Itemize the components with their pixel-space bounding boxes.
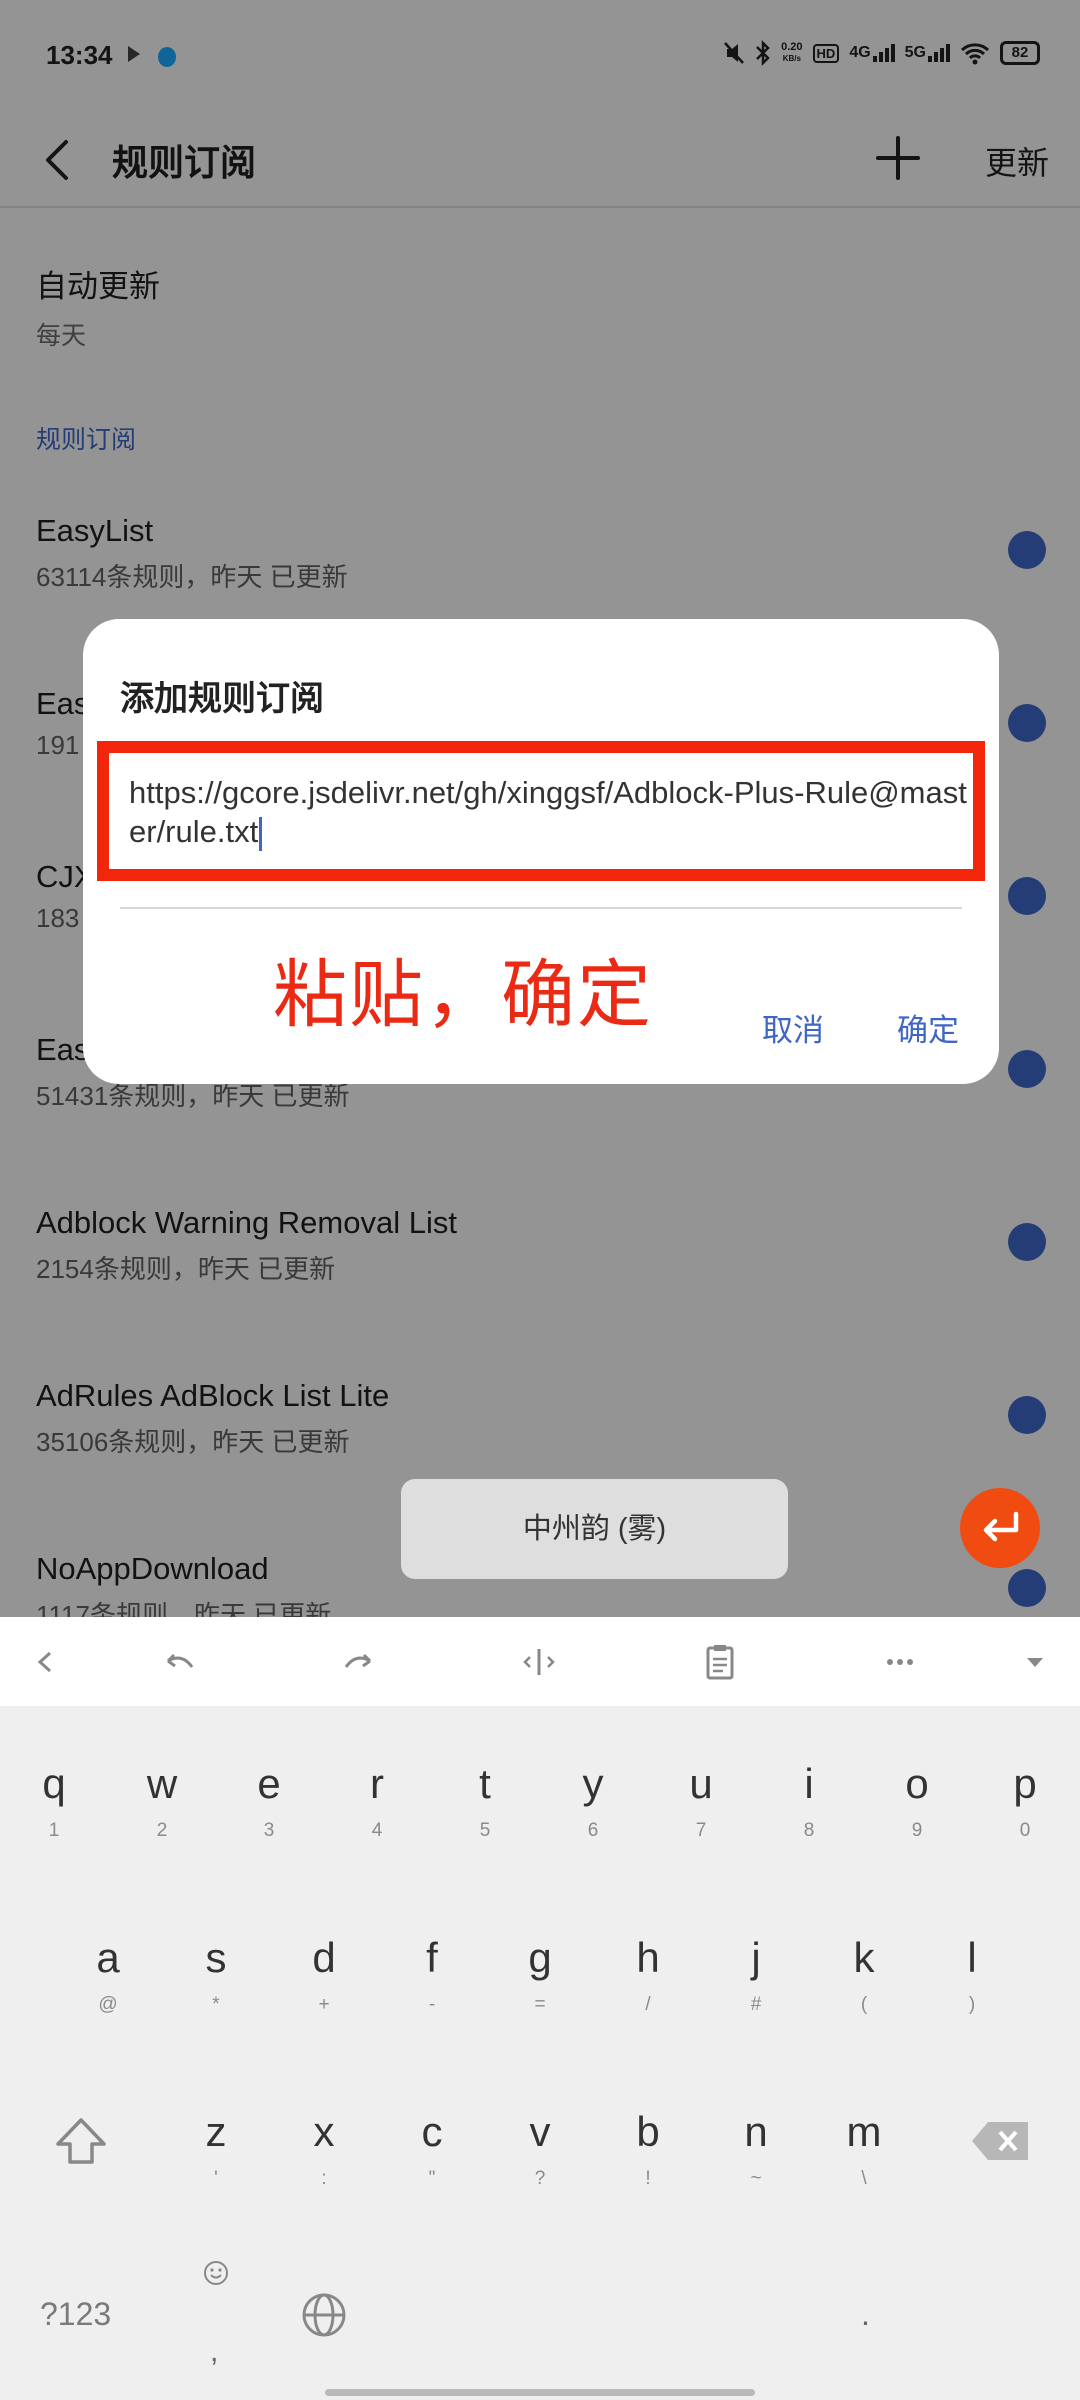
key-w[interactable]: w2 [117, 1730, 207, 1880]
key-b[interactable]: b! [603, 2078, 693, 2228]
more-icon[interactable] [877, 1639, 923, 1685]
hide-keyboard-icon[interactable] [1012, 1639, 1058, 1685]
key-x[interactable]: x: [279, 2078, 369, 2228]
comma-key[interactable]: , [210, 2335, 218, 2369]
clipboard-icon[interactable] [697, 1639, 743, 1685]
key-r[interactable]: r4 [332, 1730, 422, 1880]
key-n[interactable]: n ~ [711, 2078, 801, 2228]
confirm-button[interactable]: 确定 [897, 1005, 959, 1050]
key-y[interactable]: y6 [548, 1730, 638, 1880]
key-a[interactable]: a @ [63, 1904, 153, 2054]
space-key[interactable]: 中州韵 (雾) [401, 1479, 788, 1579]
key-o[interactable]: o9 [872, 1730, 962, 1880]
key-v[interactable]: v? [495, 2078, 585, 2228]
home-indicator[interactable] [325, 2389, 755, 2396]
key-q[interactable]: q1 [9, 1730, 99, 1880]
key-g[interactable]: g = [495, 1904, 585, 2054]
key-c[interactable]: c " [387, 2078, 477, 2228]
enter-icon [983, 1511, 1019, 1542]
symbols-key[interactable]: ?123 [40, 2296, 111, 2333]
key-f[interactable]: f- [387, 1904, 477, 2054]
cancel-button[interactable]: 取消 [762, 1005, 824, 1050]
period-key[interactable]: . [861, 2296, 870, 2333]
url-input[interactable]: https://gcore.jsdelivr.net/gh/xinggsf/Ad… [129, 773, 969, 851]
shift-icon[interactable] [50, 2114, 112, 2170]
key-z[interactable]: z ' [171, 2078, 261, 2228]
key-t[interactable]: t5 [440, 1730, 530, 1880]
key-l[interactable]: l) [927, 1904, 1017, 2054]
key-s[interactable]: s * [171, 1904, 261, 2054]
text-select-icon[interactable] [516, 1639, 562, 1685]
backspace-icon[interactable] [970, 2118, 1032, 2164]
key-p[interactable]: p0 [980, 1730, 1070, 1880]
emoji-icon[interactable] [203, 2260, 229, 2286]
dialog-title: 添加规则订阅 [120, 680, 324, 718]
text-cursor [259, 816, 263, 851]
key-j[interactable]: j # [711, 1904, 801, 2054]
key-k[interactable]: k( [819, 1904, 909, 2054]
key-e[interactable]: e3 [224, 1730, 314, 1880]
key-m[interactable]: m \ [819, 2078, 909, 2228]
enter-key[interactable] [960, 1488, 1040, 1568]
url-input-value: https://gcore.jsdelivr.net/gh/xinggsf/Ad… [129, 775, 967, 849]
url-input-highlight[interactable]: https://gcore.jsdelivr.net/gh/xinggsf/Ad… [97, 741, 985, 881]
globe-icon[interactable] [300, 2291, 348, 2339]
key-h[interactable]: h / [603, 1904, 693, 2054]
redo-icon[interactable] [336, 1639, 382, 1685]
keyboard-toolbar [0, 1617, 1080, 1706]
instruction-annotation: 粘贴，确定 [273, 952, 653, 1038]
add-subscription-dialog: 添加规则订阅 https://gcore.jsdelivr.net/gh/xin… [83, 619, 999, 1084]
key-u[interactable]: u7 [656, 1730, 746, 1880]
input-underline [120, 907, 962, 909]
key-i[interactable]: i8 [764, 1730, 854, 1880]
undo-icon[interactable] [156, 1639, 202, 1685]
cursor-left-icon[interactable] [22, 1639, 68, 1685]
key-d[interactable]: d + [279, 1904, 369, 2054]
